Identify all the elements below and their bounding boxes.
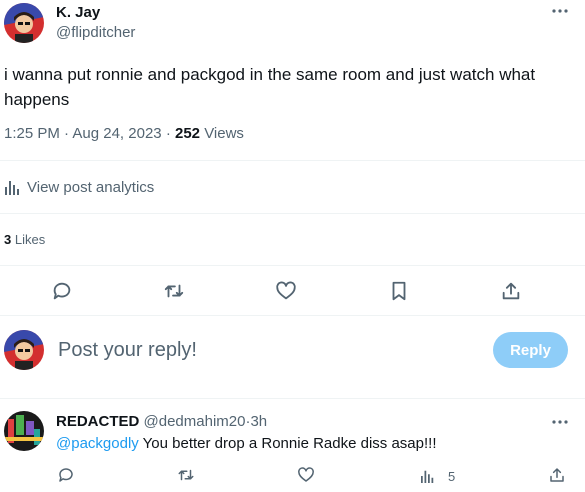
retweet-icon	[178, 469, 194, 481]
reply-share-button[interactable]	[546, 464, 568, 486]
analytics-icon	[421, 470, 434, 483]
reply-author-handle[interactable]: @dedmahim20	[144, 413, 246, 430]
heart-icon	[298, 467, 314, 482]
divider	[0, 315, 585, 316]
retweet-button[interactable]	[161, 278, 187, 304]
reply-body: You better drop a Ronnie Radke diss asap…	[138, 435, 437, 452]
share-icon	[550, 468, 564, 482]
reply-time[interactable]: 3h	[250, 413, 267, 430]
analytics-label: View post analytics	[27, 178, 155, 196]
meta-separator: ·	[165, 125, 171, 142]
divider	[0, 265, 585, 266]
post-time[interactable]: 1:25 PM	[4, 125, 60, 142]
reply-icon	[53, 282, 71, 300]
share-button[interactable]	[498, 278, 524, 304]
author-handle[interactable]: @flipditcher	[56, 24, 135, 42]
reply-author-avatar[interactable]	[4, 411, 44, 451]
post-meta: 1:25 PM · Aug 24, 2023 · 252 Views	[4, 124, 244, 144]
post-text: i wanna put ronnie and packgod in the sa…	[4, 65, 536, 109]
reply-mention-link[interactable]: @packgodly	[56, 435, 139, 452]
divider	[0, 160, 585, 161]
reply-retweet-button[interactable]	[175, 464, 197, 486]
reply-reply-button[interactable]	[55, 464, 77, 486]
likes-summary[interactable]: 3 Likes	[4, 232, 45, 248]
reply-header: REDACTED @dedmahim20·3h	[56, 413, 267, 431]
composer-avatar[interactable]	[4, 330, 44, 370]
views-label: Views	[204, 125, 244, 142]
post-date[interactable]: Aug 24, 2023	[72, 125, 161, 142]
analytics-icon	[5, 181, 19, 195]
reply-author-name[interactable]: REDACTED	[56, 413, 139, 430]
divider	[0, 398, 585, 399]
heart-icon	[276, 281, 296, 300]
likes-label: Likes	[14, 232, 46, 247]
reply-icon	[59, 468, 73, 482]
view-analytics-link[interactable]: View post analytics	[4, 177, 154, 197]
reply-like-button[interactable]	[295, 464, 317, 486]
reply-button-submit[interactable]: Reply	[493, 332, 568, 368]
reply-button[interactable]	[49, 278, 75, 304]
reply-views-button[interactable]: 5	[420, 466, 455, 486]
bookmark-icon	[392, 281, 406, 301]
reply-more-options-icon[interactable]	[549, 413, 571, 431]
views-count: 252	[174, 125, 201, 142]
retweet-icon	[164, 284, 184, 298]
divider	[0, 213, 585, 214]
share-icon	[502, 282, 520, 300]
reply-text: @packgodly You better drop a Ronnie Radk…	[56, 434, 436, 454]
reply-input[interactable]: Post your reply!	[58, 337, 478, 363]
more-options-icon[interactable]	[549, 2, 571, 20]
like-button[interactable]	[273, 278, 299, 304]
likes-count: 3	[4, 232, 12, 247]
author-name[interactable]: K. Jay	[56, 4, 100, 22]
meta-separator: ·	[64, 125, 70, 142]
reply-views-count: 5	[448, 468, 456, 484]
author-avatar[interactable]	[4, 3, 44, 43]
bookmark-button[interactable]	[386, 278, 412, 304]
